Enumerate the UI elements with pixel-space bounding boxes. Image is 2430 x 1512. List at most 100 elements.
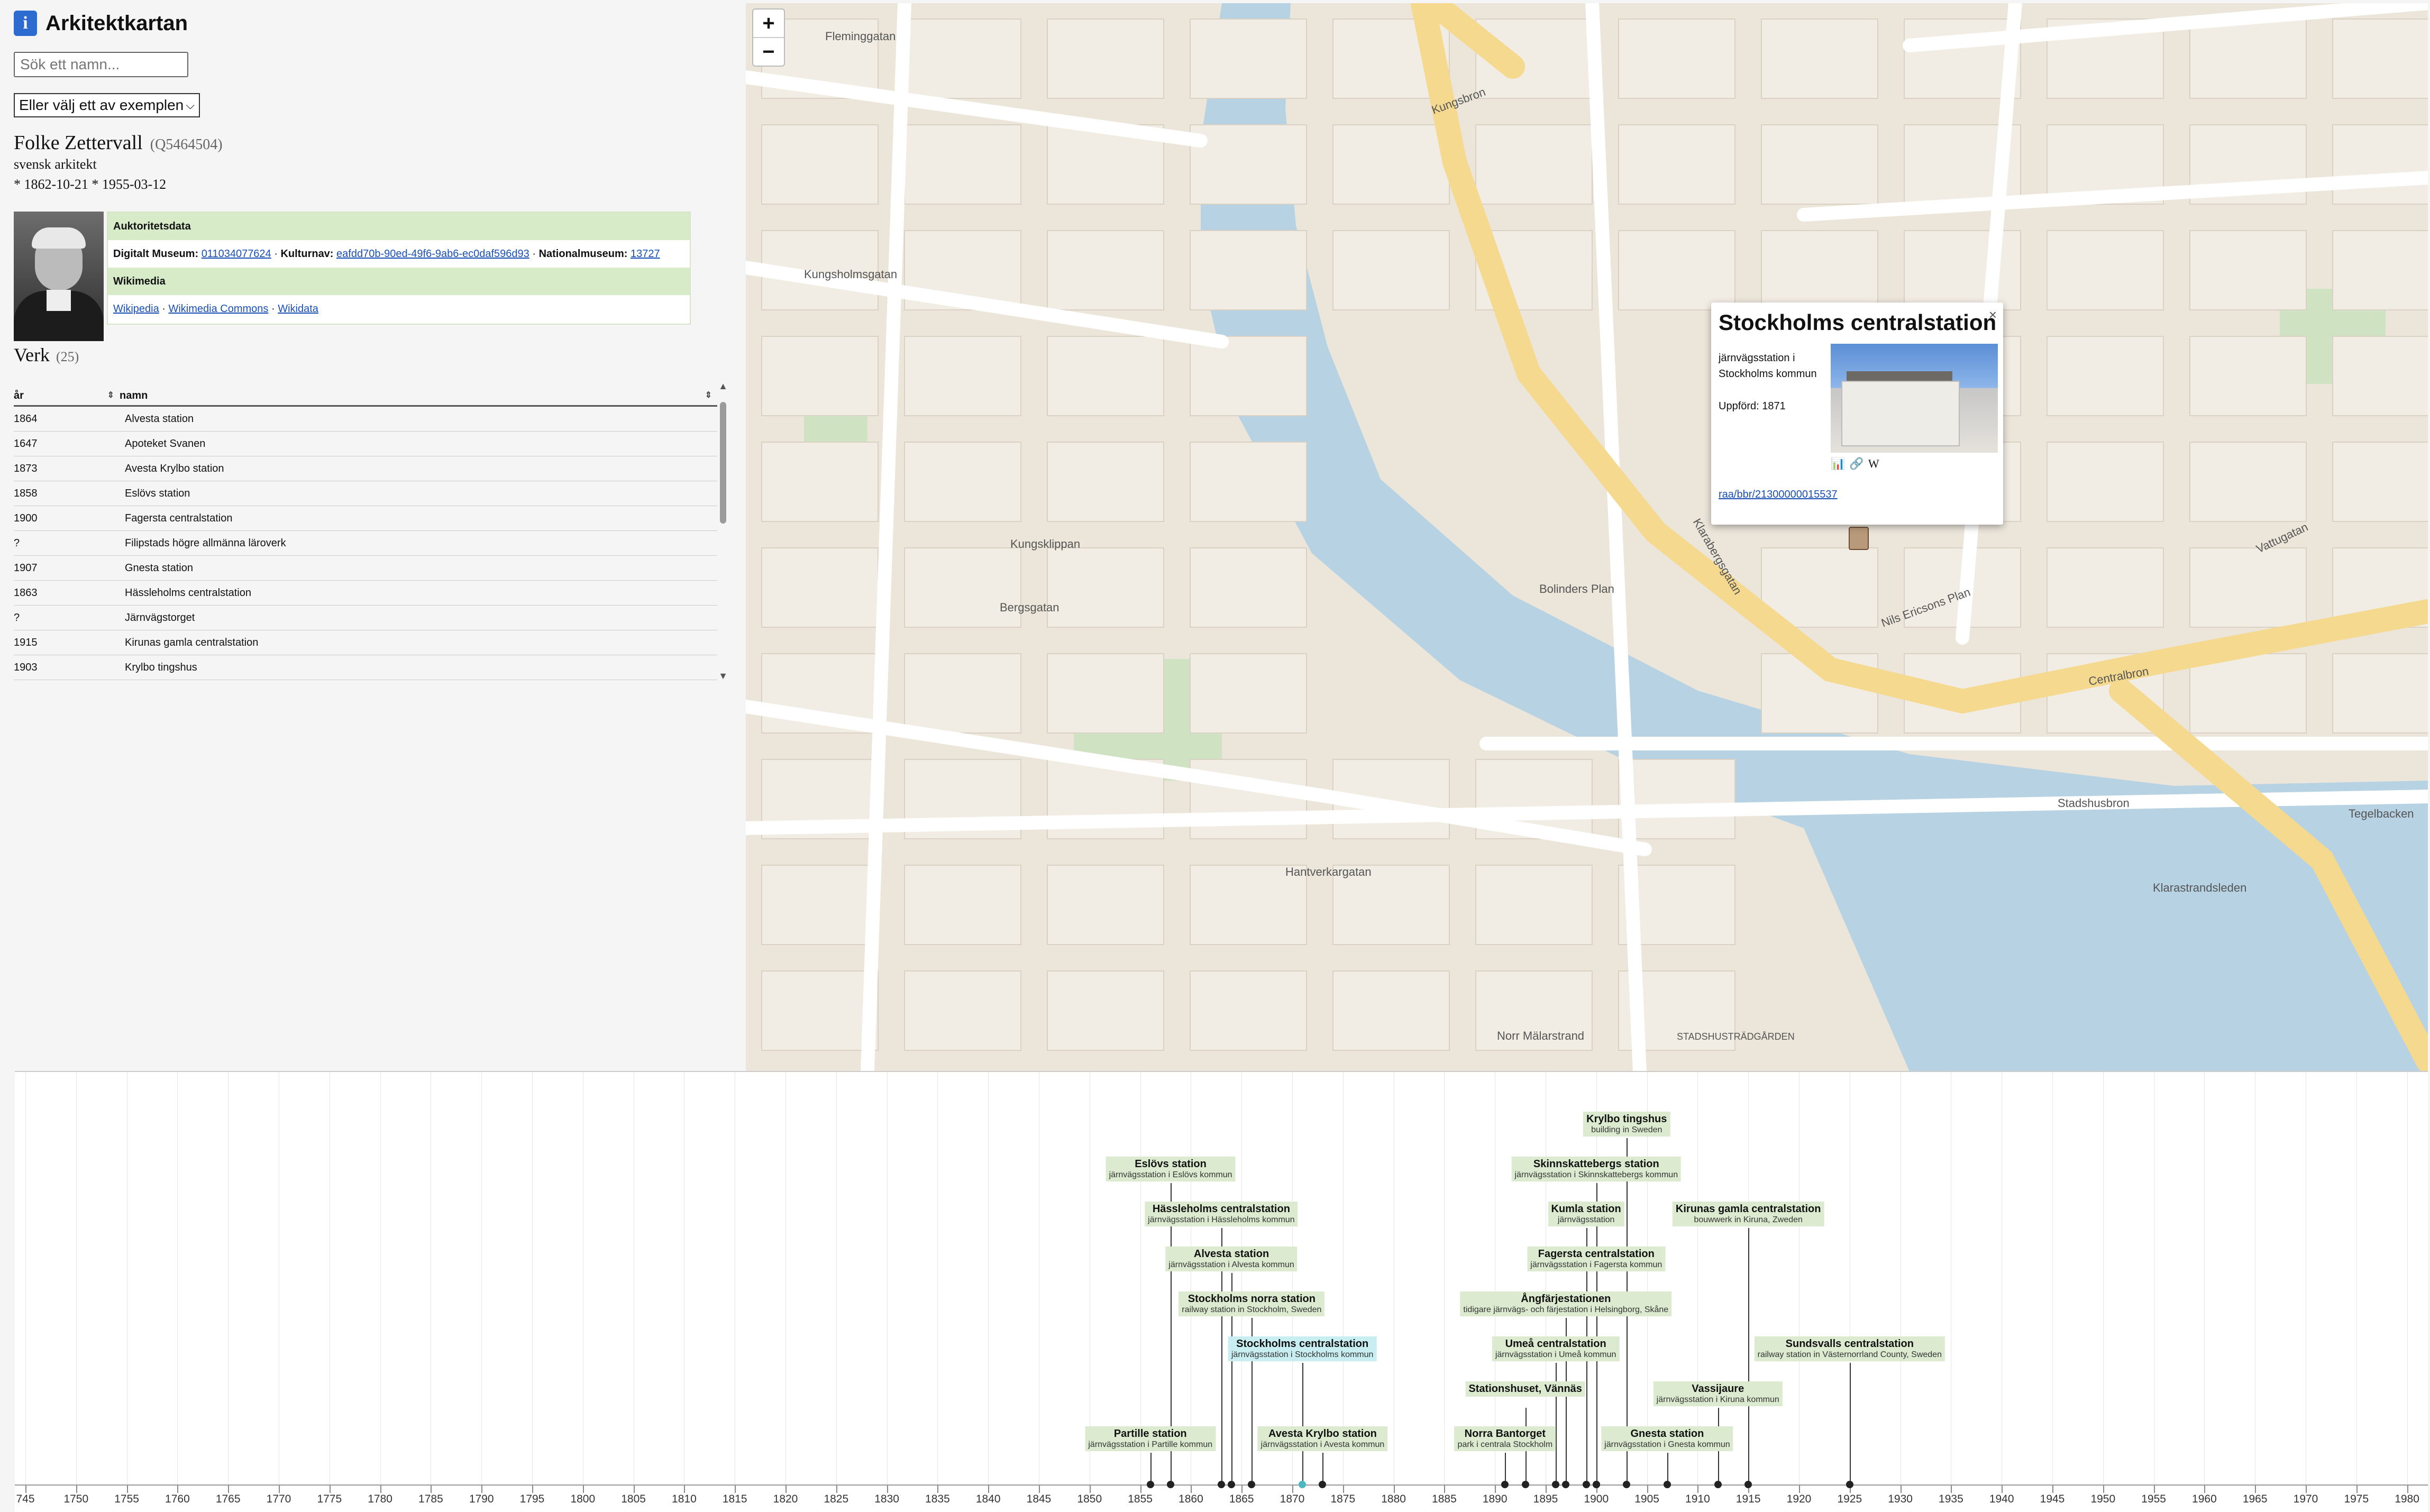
timeline-event[interactable]: Alvesta station järnvägsstation i Alvesta… (1165, 1247, 1298, 1271)
timeline-tick-label: 1945 (2040, 1493, 2065, 1505)
timeline-event[interactable]: Vassijaure järnvägsstation i Kiruna kommu… (1653, 1381, 1783, 1406)
table-row[interactable]: 1647 Apoteket Svanen (14, 432, 717, 456)
timeline-event[interactable]: Partille station järnvägsstation i Partil… (1085, 1426, 1216, 1451)
popup-link[interactable]: raa/bbr/21300000015537 (1719, 489, 1838, 501)
search-input[interactable] (14, 52, 188, 77)
works-scrollbar[interactable]: ▲ ▼ (718, 381, 728, 682)
timeline-event[interactable]: Eslövs station järnvägsstation i Eslövs k… (1106, 1157, 1236, 1181)
wikipedia-link[interactable]: Wikipedia (113, 303, 159, 315)
timeline-tick (633, 1486, 635, 1493)
timeline-tick-label: 1775 (317, 1493, 342, 1505)
timeline-tick-label: 1810 (672, 1493, 697, 1505)
timeline-dot[interactable] (1592, 1481, 1600, 1488)
timeline-dot[interactable] (1167, 1481, 1175, 1488)
timeline-event-subtitle: järnvägsstation i Avesta kommun (1260, 1440, 1385, 1449)
table-row[interactable]: 1915 Kirunas gamla centralstation (14, 630, 717, 655)
timeline-event[interactable]: Sundsvalls centralstation railway station… (1754, 1336, 1945, 1361)
timeline-event-title: Krylbo tingshus (1586, 1113, 1667, 1125)
timeline-tick-label: 1925 (1837, 1493, 1862, 1505)
timeline-event[interactable]: Umeå centralstation järnvägsstation i Ume… (1492, 1336, 1620, 1361)
timeline-tick (684, 1486, 686, 1493)
scroll-down-icon[interactable]: ▼ (718, 671, 728, 682)
timeline-event[interactable]: Gnesta station järnvägsstation i Gnesta k… (1601, 1426, 1733, 1451)
table-row[interactable]: 1873 Avesta Krylbo station (14, 456, 717, 481)
timeline-event[interactable]: Hässleholms centralstation järnvägsstatio… (1145, 1202, 1298, 1226)
map-canvas[interactable]: Fleminggatan Kungsbron Kungsholmsgatan K… (746, 3, 2428, 1071)
timeline-tick (1799, 1486, 1800, 1493)
timeline-tick (380, 1486, 381, 1493)
timeline-tick (2407, 1486, 2408, 1493)
row-year: 1864 (14, 413, 38, 425)
timeline-tick-label: 1845 (1026, 1493, 1052, 1505)
timeline-dot[interactable] (1846, 1481, 1853, 1488)
timeline-dot[interactable] (1299, 1481, 1307, 1488)
wikimedia-commons-link[interactable]: Wikimedia Commons (168, 303, 268, 315)
timeline-dot[interactable] (1217, 1481, 1225, 1488)
timeline-event[interactable]: Krylbo tingshus building in Sweden (1583, 1112, 1670, 1137)
timeline-event[interactable]: Norra Bantorget park i centrala Stockholm (1454, 1426, 1556, 1451)
timeline-tick-label: 1900 (1584, 1493, 1609, 1505)
timeline-dot[interactable] (1248, 1481, 1256, 1488)
timeline-dot[interactable] (1663, 1481, 1671, 1488)
timeline-dot[interactable] (1582, 1481, 1590, 1488)
timeline-event[interactable]: Skinnskattebergs station järnvägsstation … (1511, 1157, 1682, 1181)
wikidata-link[interactable]: Wikidata (278, 303, 318, 315)
timeline-dot[interactable] (1562, 1481, 1570, 1488)
timeline-dot[interactable] (1521, 1481, 1529, 1488)
digitalt-museum-link[interactable]: 011034077624 (202, 248, 271, 260)
column-header-year[interactable]: år ⇕ (14, 390, 120, 402)
svg-text:Bergsgatan: Bergsgatan (1000, 601, 1059, 614)
timeline-dot[interactable] (1146, 1481, 1154, 1488)
timeline-event-subtitle: bouwwerk in Kiruna, Zweden (1694, 1215, 1803, 1224)
table-row[interactable]: ? Filipstads högre allmänna läroverk (14, 531, 717, 556)
timeline-event[interactable]: Kumla station järnvägsstation (1548, 1202, 1624, 1226)
timeline-stem (1505, 1453, 1506, 1484)
timeline-tick (1900, 1486, 1902, 1493)
timeline-event[interactable]: Avesta Krylbo station järnvägsstation i A… (1257, 1426, 1388, 1451)
timeline-dot[interactable] (1319, 1481, 1327, 1488)
column-header-name[interactable]: namn ⇕ (120, 390, 717, 402)
timeline-event[interactable]: Stationshuset, Vännäs (1465, 1381, 1585, 1397)
table-row[interactable]: 1903 Krylbo tingshus (14, 655, 717, 680)
timeline-dot[interactable] (1501, 1481, 1509, 1488)
link-icon[interactable]: 🔗 (1849, 457, 1863, 471)
scrollbar-thumb[interactable] (720, 402, 726, 524)
works-table-body: 1864 Alvesta station 1647 Apoteket Svanen 18… (14, 407, 717, 680)
timeline-event[interactable]: Stockholms norra station railway station … (1179, 1291, 1325, 1316)
timeline-event[interactable]: Kirunas gamla centralstation bouwwerk in … (1672, 1202, 1824, 1226)
table-row[interactable]: 1900 Fagersta centralstation (14, 506, 717, 531)
table-row[interactable]: 1907 Gnesta station (14, 556, 717, 581)
table-row[interactable]: ? Järnvägstorget (14, 606, 717, 630)
timeline-event[interactable]: Ångfärjestationen tidigare järnvägs- och … (1460, 1291, 1672, 1316)
timeline-event-subtitle: järnvägsstation i Partille kommun (1088, 1440, 1213, 1449)
timeline-event-title: Sundsvalls centralstation (1785, 1338, 1914, 1350)
scroll-up-icon[interactable]: ▲ (718, 381, 728, 392)
table-row[interactable]: 1864 Alvesta station (14, 407, 717, 432)
nationalmuseum-link[interactable]: 13727 (631, 248, 660, 260)
timeline-event[interactable]: Fagersta centralstation järnvägsstation i… (1527, 1247, 1666, 1271)
zoom-out-button[interactable]: − (753, 38, 784, 66)
zoom-in-button[interactable]: + (753, 10, 784, 38)
timeline-dot[interactable] (1623, 1481, 1631, 1488)
timeline-dot[interactable] (1228, 1481, 1236, 1488)
stats-icon[interactable]: 📊 (1831, 457, 1845, 471)
timeline-gridline (1697, 1072, 1698, 1484)
kulturnav-link[interactable]: eafdd70b-90ed-49f6-9ab6-ec0daf596d93 (336, 248, 529, 260)
timeline-dot[interactable] (1552, 1481, 1560, 1488)
row-year: 1915 (14, 636, 38, 648)
examples-select[interactable]: Eller välj ett av exemplen ⌵ (14, 93, 200, 117)
table-row[interactable]: 1863 Hässleholms centralstation (14, 581, 717, 606)
timeline-tick-label: 1765 (215, 1493, 241, 1505)
authority-box: Auktoritetsdata Digitalt Museum: 0110340… (107, 212, 691, 325)
timeline-dot[interactable] (1714, 1481, 1722, 1488)
map-marker-icon[interactable] (1849, 527, 1869, 550)
map[interactable]: Fleminggatan Kungsbron Kungsholmsgatan K… (746, 3, 2428, 1071)
nationalmuseum-label: Nationalmuseum: (538, 248, 628, 260)
wikipedia-icon[interactable]: W (1868, 457, 1879, 471)
sort-icon: ⇕ (107, 390, 114, 400)
timeline[interactable]: 745 1750 1755 1760 1765 1770 1775 1780 1785 1790 1… (15, 1071, 2428, 1512)
close-icon[interactable]: × (1989, 307, 1997, 323)
timeline-event[interactable]: Stockholms centralstation järnvägsstation… (1228, 1336, 1377, 1361)
table-row[interactable]: 1858 Eslövs station (14, 481, 717, 506)
timeline-dot[interactable] (1744, 1481, 1752, 1488)
